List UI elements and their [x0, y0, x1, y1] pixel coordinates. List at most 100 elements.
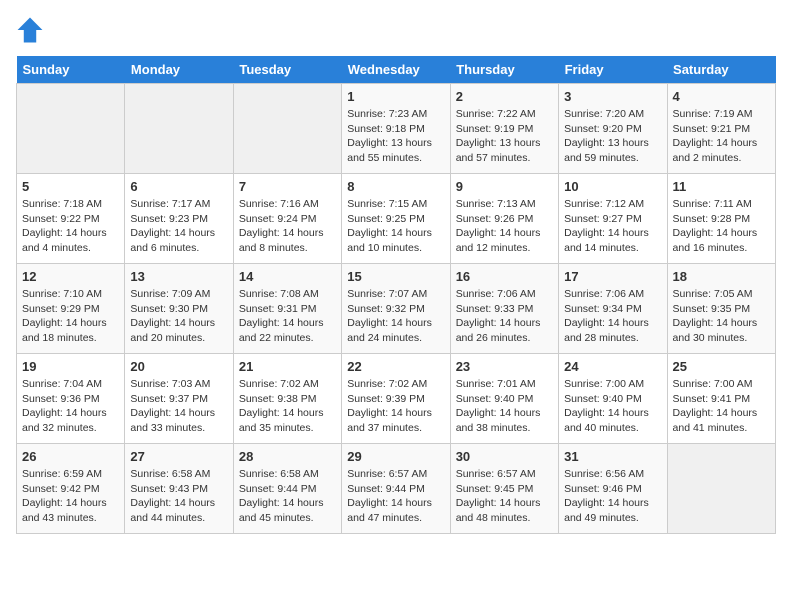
day-info: Sunrise: 7:06 AM Sunset: 9:33 PM Dayligh…	[456, 287, 553, 346]
day-number: 27	[130, 449, 227, 464]
day-number: 15	[347, 269, 444, 284]
day-cell: 20 Sunrise: 7:03 AM Sunset: 9:37 PM Dayli…	[125, 354, 233, 444]
day-info: Sunrise: 7:01 AM Sunset: 9:40 PM Dayligh…	[456, 377, 553, 436]
day-info: Sunrise: 7:08 AM Sunset: 9:31 PM Dayligh…	[239, 287, 336, 346]
day-number: 25	[673, 359, 770, 374]
day-cell: 6 Sunrise: 7:17 AM Sunset: 9:23 PM Daylig…	[125, 174, 233, 264]
day-info: Sunrise: 7:15 AM Sunset: 9:25 PM Dayligh…	[347, 197, 444, 256]
header-row: SundayMondayTuesdayWednesdayThursdayFrid…	[17, 56, 776, 84]
day-cell: 17 Sunrise: 7:06 AM Sunset: 9:34 PM Dayli…	[559, 264, 667, 354]
day-number: 20	[130, 359, 227, 374]
day-cell	[125, 84, 233, 174]
day-cell: 29 Sunrise: 6:57 AM Sunset: 9:44 PM Dayli…	[342, 444, 450, 534]
day-cell: 13Sunrise: 7:09 AM Sunset: 9:30 PM Dayli…	[125, 264, 233, 354]
day-info: Sunrise: 7:12 AM Sunset: 9:27 PM Dayligh…	[564, 197, 661, 256]
day-number: 1	[347, 89, 444, 104]
day-number: 4	[673, 89, 770, 104]
day-number: 3	[564, 89, 661, 104]
day-info: Sunrise: 7:00 AM Sunset: 9:41 PM Dayligh…	[673, 377, 770, 436]
day-cell: 7 Sunrise: 7:16 AM Sunset: 9:24 PM Daylig…	[233, 174, 341, 264]
day-info: Sunrise: 6:58 AM Sunset: 9:43 PM Dayligh…	[130, 467, 227, 526]
calendar-table: SundayMondayTuesdayWednesdayThursdayFrid…	[16, 56, 776, 534]
header-cell-saturday: Saturday	[667, 56, 775, 84]
day-cell: 24 Sunrise: 7:00 AM Sunset: 9:40 PM Dayli…	[559, 354, 667, 444]
day-number: 23	[456, 359, 553, 374]
week-row-1: 5Sunrise: 7:18 AM Sunset: 9:22 PM Daylig…	[17, 174, 776, 264]
day-number: 19	[22, 359, 119, 374]
day-info: Sunrise: 7:17 AM Sunset: 9:23 PM Dayligh…	[130, 197, 227, 256]
calendar-body: 1Sunrise: 7:23 AM Sunset: 9:18 PM Daylig…	[17, 84, 776, 534]
day-number: 9	[456, 179, 553, 194]
day-info: Sunrise: 7:13 AM Sunset: 9:26 PM Dayligh…	[456, 197, 553, 256]
day-cell: 21 Sunrise: 7:02 AM Sunset: 9:38 PM Dayli…	[233, 354, 341, 444]
week-row-2: 12 Sunrise: 7:10 AM Sunset: 9:29 PM Dayli…	[17, 264, 776, 354]
day-info: Sunrise: 7:03 AM Sunset: 9:37 PM Dayligh…	[130, 377, 227, 436]
day-info: Sunrise: 7:06 AM Sunset: 9:34 PM Dayligh…	[564, 287, 661, 346]
day-cell: 1Sunrise: 7:23 AM Sunset: 9:18 PM Daylig…	[342, 84, 450, 174]
day-info: Sunrise: 7:02 AM Sunset: 9:39 PM Dayligh…	[347, 377, 444, 436]
day-cell: 8 Sunrise: 7:15 AM Sunset: 9:25 PM Daylig…	[342, 174, 450, 264]
day-info: Sunrise: 7:19 AM Sunset: 9:21 PM Dayligh…	[673, 107, 770, 166]
day-cell: 28Sunrise: 6:58 AM Sunset: 9:44 PM Dayli…	[233, 444, 341, 534]
day-number: 8	[347, 179, 444, 194]
day-number: 13	[130, 269, 227, 284]
day-cell: 12 Sunrise: 7:10 AM Sunset: 9:29 PM Dayli…	[17, 264, 125, 354]
page-header	[16, 16, 776, 44]
day-number: 6	[130, 179, 227, 194]
day-number: 26	[22, 449, 119, 464]
day-info: Sunrise: 7:04 AM Sunset: 9:36 PM Dayligh…	[22, 377, 119, 436]
day-info: Sunrise: 7:10 AM Sunset: 9:29 PM Dayligh…	[22, 287, 119, 346]
day-info: Sunrise: 7:05 AM Sunset: 9:35 PM Dayligh…	[673, 287, 770, 346]
day-number: 18	[673, 269, 770, 284]
day-cell: 23 Sunrise: 7:01 AM Sunset: 9:40 PM Dayli…	[450, 354, 558, 444]
day-cell	[17, 84, 125, 174]
day-cell: 2Sunrise: 7:22 AM Sunset: 9:19 PM Daylig…	[450, 84, 558, 174]
day-info: Sunrise: 7:07 AM Sunset: 9:32 PM Dayligh…	[347, 287, 444, 346]
day-cell	[233, 84, 341, 174]
day-number: 17	[564, 269, 661, 284]
day-number: 10	[564, 179, 661, 194]
day-number: 24	[564, 359, 661, 374]
logo	[16, 16, 46, 44]
day-cell: 19 Sunrise: 7:04 AM Sunset: 9:36 PM Dayli…	[17, 354, 125, 444]
day-cell: 10 Sunrise: 7:12 AM Sunset: 9:27 PM Dayli…	[559, 174, 667, 264]
day-info: Sunrise: 6:59 AM Sunset: 9:42 PM Dayligh…	[22, 467, 119, 526]
day-number: 31	[564, 449, 661, 464]
day-cell: 22 Sunrise: 7:02 AM Sunset: 9:39 PM Dayli…	[342, 354, 450, 444]
week-row-3: 19 Sunrise: 7:04 AM Sunset: 9:36 PM Dayli…	[17, 354, 776, 444]
day-number: 2	[456, 89, 553, 104]
day-number: 12	[22, 269, 119, 284]
day-info: Sunrise: 7:11 AM Sunset: 9:28 PM Dayligh…	[673, 197, 770, 256]
day-info: Sunrise: 6:57 AM Sunset: 9:45 PM Dayligh…	[456, 467, 553, 526]
day-cell: 3 Sunrise: 7:20 AM Sunset: 9:20 PM Daylig…	[559, 84, 667, 174]
day-number: 29	[347, 449, 444, 464]
day-number: 30	[456, 449, 553, 464]
day-number: 21	[239, 359, 336, 374]
header-cell-sunday: Sunday	[17, 56, 125, 84]
day-number: 22	[347, 359, 444, 374]
day-info: Sunrise: 7:02 AM Sunset: 9:38 PM Dayligh…	[239, 377, 336, 436]
day-number: 14	[239, 269, 336, 284]
day-cell	[667, 444, 775, 534]
day-number: 28	[239, 449, 336, 464]
day-cell: 18 Sunrise: 7:05 AM Sunset: 9:35 PM Dayli…	[667, 264, 775, 354]
header-cell-tuesday: Tuesday	[233, 56, 341, 84]
day-info: Sunrise: 7:20 AM Sunset: 9:20 PM Dayligh…	[564, 107, 661, 166]
day-info: Sunrise: 7:16 AM Sunset: 9:24 PM Dayligh…	[239, 197, 336, 256]
logo-icon	[16, 16, 44, 44]
day-cell: 27 Sunrise: 6:58 AM Sunset: 9:43 PM Dayli…	[125, 444, 233, 534]
day-info: Sunrise: 7:00 AM Sunset: 9:40 PM Dayligh…	[564, 377, 661, 436]
day-cell: 30 Sunrise: 6:57 AM Sunset: 9:45 PM Dayli…	[450, 444, 558, 534]
header-cell-monday: Monday	[125, 56, 233, 84]
day-info: Sunrise: 6:57 AM Sunset: 9:44 PM Dayligh…	[347, 467, 444, 526]
day-number: 7	[239, 179, 336, 194]
day-cell: 9 Sunrise: 7:13 AM Sunset: 9:26 PM Daylig…	[450, 174, 558, 264]
day-cell: 11 Sunrise: 7:11 AM Sunset: 9:28 PM Dayli…	[667, 174, 775, 264]
day-cell: 31 Sunrise: 6:56 AM Sunset: 9:46 PM Dayli…	[559, 444, 667, 534]
day-info: Sunrise: 7:18 AM Sunset: 9:22 PM Dayligh…	[22, 197, 119, 256]
day-cell: 5Sunrise: 7:18 AM Sunset: 9:22 PM Daylig…	[17, 174, 125, 264]
day-number: 11	[673, 179, 770, 194]
day-info: Sunrise: 6:56 AM Sunset: 9:46 PM Dayligh…	[564, 467, 661, 526]
header-cell-friday: Friday	[559, 56, 667, 84]
calendar-header: SundayMondayTuesdayWednesdayThursdayFrid…	[17, 56, 776, 84]
